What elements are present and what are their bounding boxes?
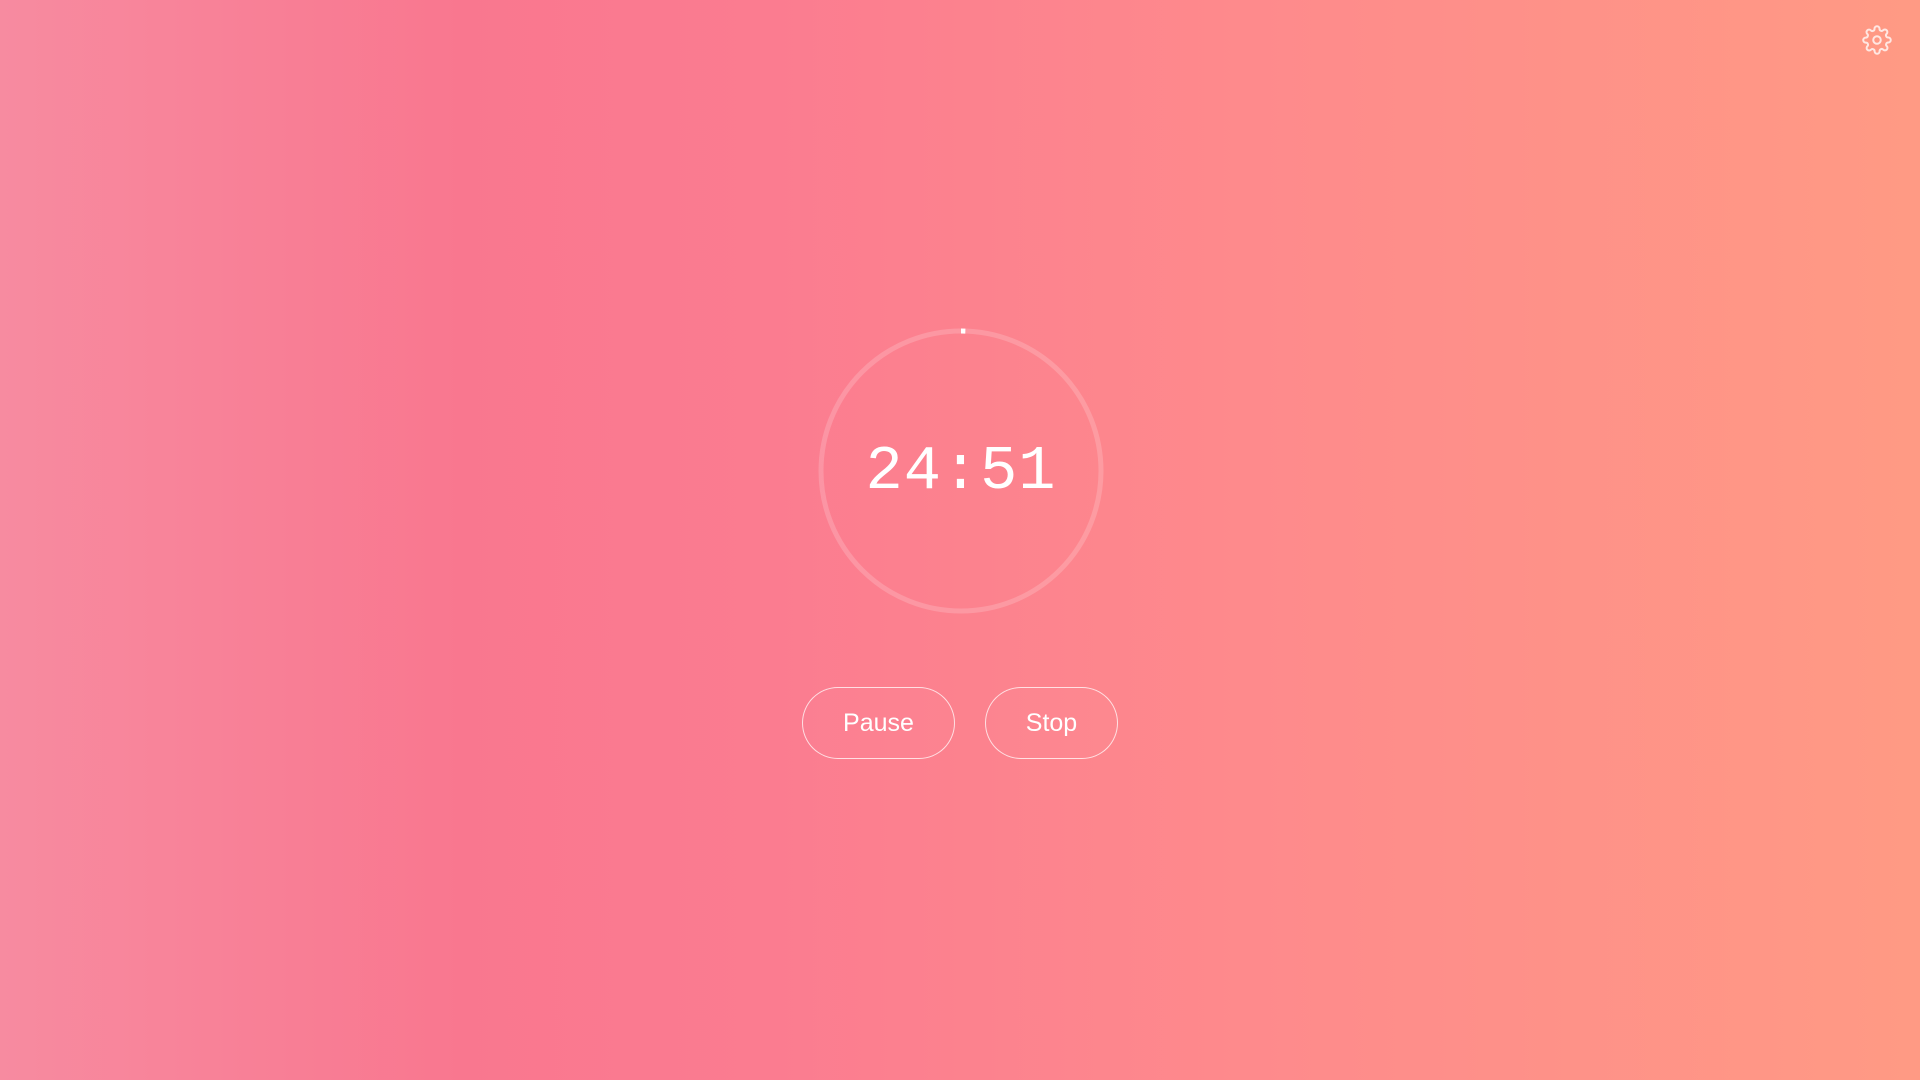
timer-ring: 24:51 [818,328,1104,614]
timer-controls: Pause Stop [0,687,1920,759]
gear-icon [1862,24,1892,60]
pause-button[interactable]: Pause [802,687,955,759]
stop-button[interactable]: Stop [985,687,1118,759]
settings-button[interactable] [1861,24,1893,60]
time-remaining: 24:51 [865,435,1057,507]
